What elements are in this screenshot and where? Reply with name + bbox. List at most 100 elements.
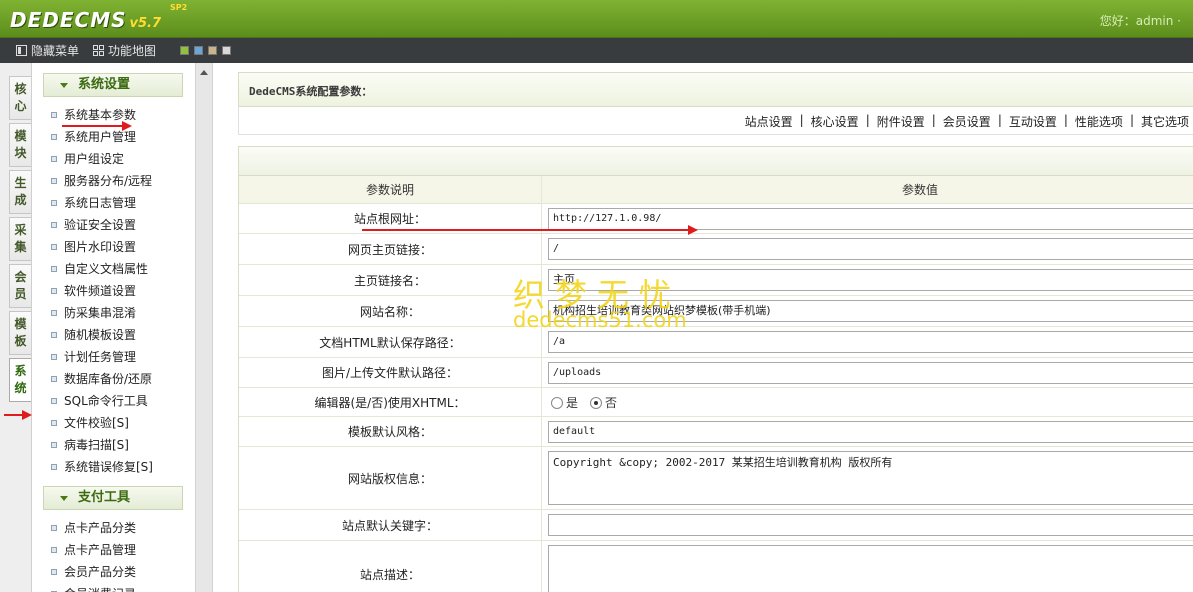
row-label: 网站名称： [239,296,542,326]
menu-item[interactable]: 用户组设定 [51,149,124,169]
config-tab[interactable]: 其它选项 [1141,113,1189,130]
annotation-arrow [362,225,698,235]
vtab-char: 集 [14,240,27,254]
menu-item[interactable]: 病毒扫描[S] [51,435,129,455]
xhtml-no-radio[interactable] [590,396,603,409]
dedecms-logo: DEDECMS v5.7 [10,6,161,32]
menu-item-label: 点卡产品分类 [64,521,137,535]
scroll-up-arrow-icon[interactable] [200,70,208,75]
menu-item[interactable]: 自定义文档属性 [51,259,148,279]
menu-item-label: 系统错误修复[S] [64,460,153,474]
config-tab[interactable]: 性能选项 [1075,113,1123,130]
skin-swatch-tan[interactable] [208,46,217,55]
menu-item[interactable]: 会员消费记录 [51,584,136,592]
home-link-input[interactable]: / [548,238,1193,260]
top-toolbar: 隐藏菜单 功能地图 [0,38,1193,63]
row-label: 站点默认关键字： [239,510,542,540]
menu-item-label: 点卡产品管理 [64,543,137,557]
menu-item[interactable]: 系统日志管理 [51,193,136,213]
menu-item[interactable]: 图片水印设置 [51,237,136,257]
hide-menu-button[interactable]: 隐藏菜单 [16,42,79,59]
logo-version: v5.7 [129,16,162,31]
table-row: 网站名称： 机构招生培训教育类网站织梦模板(带手机端) [239,296,1193,327]
menu-section-system-settings[interactable]: 系统设置 [43,73,183,97]
site-name-input[interactable]: 机构招生培训教育类网站织梦模板(带手机端) [548,300,1193,322]
vtab-char: 模 [14,317,27,331]
vtab-char: 员 [14,287,27,301]
function-map-label: 功能地图 [108,44,157,58]
skin-swatch-green[interactable] [180,46,189,55]
caret-down-icon [60,496,68,501]
menu-item[interactable]: 会员产品分类 [51,562,136,582]
bullet-icon [51,178,57,184]
menu-item-label: 文件校验[S] [64,416,129,430]
table-row: 站点描述： [239,541,1193,592]
vtab-core[interactable]: 核心 [9,76,31,120]
config-tab[interactable]: 核心设置 [811,113,859,130]
menu-item[interactable]: 文件校验[S] [51,413,129,433]
vtab-char: 统 [14,381,27,395]
skin-swatch-gray[interactable] [222,46,231,55]
row-label: 编辑器(是/否)使用XHTML： [239,388,542,416]
config-tab[interactable]: 附件设置 [877,113,925,130]
bullet-icon [51,547,57,553]
menu-item[interactable]: 防采集串混淆 [51,303,136,323]
tab-separator: | [997,113,1002,127]
app-header: DEDECMS v5.7 SP2 您好：admin · [0,0,1193,38]
menu-item[interactable]: 系统错误修复[S] [51,457,153,477]
vtab-templates[interactable]: 模板 [9,311,31,355]
menu-item[interactable]: 软件频道设置 [51,281,136,301]
copyright-textarea[interactable]: Copyright &copy; 2002-2017 某某招生培训教育机构 版权… [548,451,1193,505]
vtab-members[interactable]: 会员 [9,264,31,308]
menu-item-label: 自定义文档属性 [64,262,149,276]
menu-item[interactable]: 数据库备份/还原 [51,369,152,389]
menu-item-label: 系统用户管理 [64,130,137,144]
menu-item-label: 病毒扫描[S] [64,438,129,452]
vtab-modules[interactable]: 模块 [9,123,31,167]
menu-item[interactable]: 计划任务管理 [51,347,136,367]
bullet-icon [51,398,57,404]
function-map-button[interactable]: 功能地图 [93,42,156,59]
site-description-textarea[interactable] [548,545,1193,592]
menu-item-label: 防采集串混淆 [64,306,137,320]
vtab-char: 板 [14,334,27,348]
menu-item-label: 会员产品分类 [64,565,137,579]
skin-swatch-blue[interactable] [194,46,203,55]
menu-item[interactable]: SQL命令行工具 [51,391,148,411]
logo-edition: SP2 [170,3,188,12]
table-row: 网页主页链接： / [239,234,1193,265]
site-keywords-input[interactable] [548,514,1193,536]
xhtml-yes-radio[interactable] [551,396,563,409]
config-table: 参数说明 参数值 站点根网址： http://127.1.0.98/ 网页主页链… [238,146,1193,592]
menu-section-title: 系统设置 [78,77,131,92]
table-row: 编辑器(是/否)使用XHTML： 是 否 [239,388,1193,417]
upload-path-input[interactable]: /uploads [548,362,1193,384]
vtab-system[interactable]: 系统 [9,358,31,402]
menu-item[interactable]: 服务器分布/远程 [51,171,152,191]
vtab-collect[interactable]: 采集 [9,217,31,261]
menu-item[interactable]: 随机模板设置 [51,325,136,345]
menu-section-payment-tools[interactable]: 支付工具 [43,486,183,510]
vtab-generate[interactable]: 生成 [9,170,31,214]
tab-separator: | [931,113,936,127]
menu-scrollbar[interactable] [195,63,213,592]
bullet-icon [51,156,57,162]
menu-item[interactable]: 验证安全设置 [51,215,136,235]
menu-item[interactable]: 点卡产品管理 [51,540,136,560]
config-tab[interactable]: 互动设置 [1009,113,1057,130]
html-save-path-input[interactable]: /a [548,331,1193,353]
vtab-char: 模 [14,129,27,143]
config-tabs-row: 站点设置 | 核心设置 | 附件设置 | 会员设置 | 互动设置 | 性能选项 | 其它选项 [238,107,1193,135]
vtab-char: 成 [14,193,27,207]
config-tab[interactable]: 会员设置 [943,113,991,130]
xhtml-yes-label: 是 [566,396,579,410]
template-style-input[interactable]: default [548,421,1193,443]
home-link-name-input[interactable]: 主页 [548,269,1193,291]
menu-item[interactable]: 点卡产品分类 [51,518,136,538]
config-tab[interactable]: 站点设置 [745,113,793,130]
tab-separator: | [865,113,870,127]
caret-down-icon [60,83,68,88]
menu-item-label: 服务器分布/远程 [64,174,153,188]
menu-item-label: 用户组设定 [64,152,125,166]
site-root-url-input[interactable]: http://127.1.0.98/ [548,208,1193,230]
